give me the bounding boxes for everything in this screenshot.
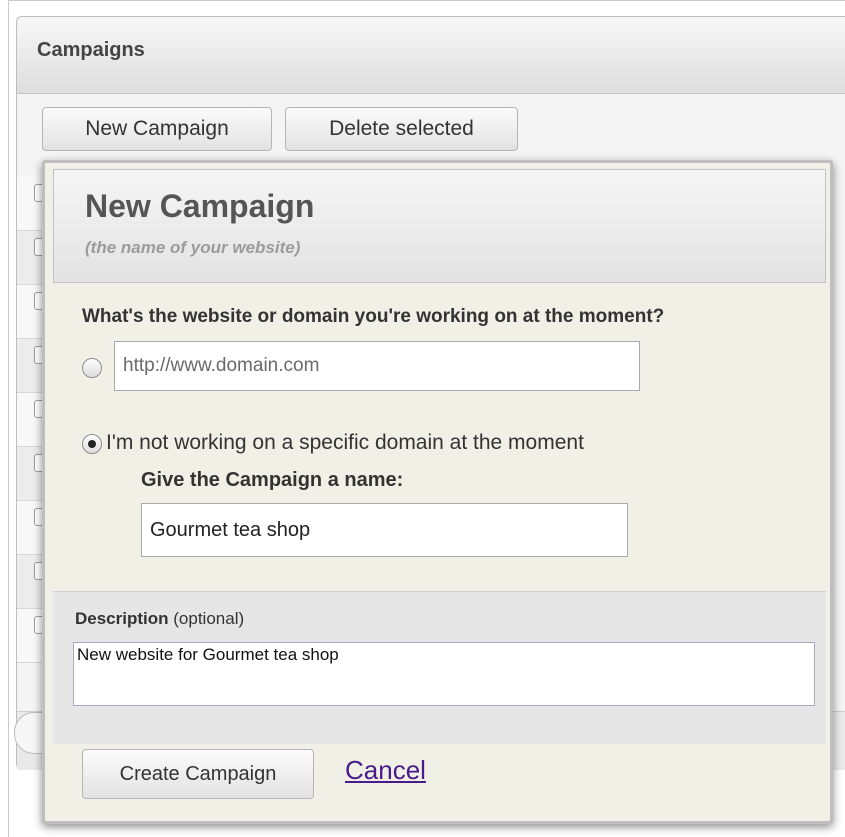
description-label: Description (optional) — [75, 609, 244, 629]
panel-title: Campaigns — [37, 39, 145, 61]
domain-input[interactable] — [114, 341, 640, 391]
dialog-title: New Campaign — [85, 188, 315, 224]
description-optional-text: (optional) — [168, 609, 245, 628]
cancel-link[interactable]: Cancel — [345, 755, 426, 786]
dialog-subtitle: (the name of your website) — [85, 238, 301, 257]
description-label-text: Description — [75, 609, 169, 628]
domain-question: What's the website or domain you're work… — [82, 306, 665, 327]
new-campaign-button[interactable]: New Campaign — [42, 107, 272, 151]
domain-radio[interactable] — [82, 358, 102, 378]
radio-selected-dot — [88, 440, 96, 448]
delete-selected-button[interactable]: Delete selected — [285, 107, 518, 151]
campaign-name-label: Give the Campaign a name: — [141, 469, 404, 491]
create-campaign-button[interactable]: Create Campaign — [82, 749, 314, 799]
campaign-name-input[interactable] — [141, 503, 628, 557]
dialog-header: New Campaign (the name of your website) — [53, 169, 826, 283]
description-textarea[interactable]: New website for Gourmet tea shop — [73, 642, 815, 706]
new-campaign-dialog: New Campaign (the name of your website) … — [42, 160, 833, 824]
no-domain-radio[interactable] — [82, 434, 102, 454]
no-domain-option-label: I'm not working on a specific domain at … — [106, 431, 584, 454]
campaigns-panel-header: Campaigns — [17, 17, 845, 94]
